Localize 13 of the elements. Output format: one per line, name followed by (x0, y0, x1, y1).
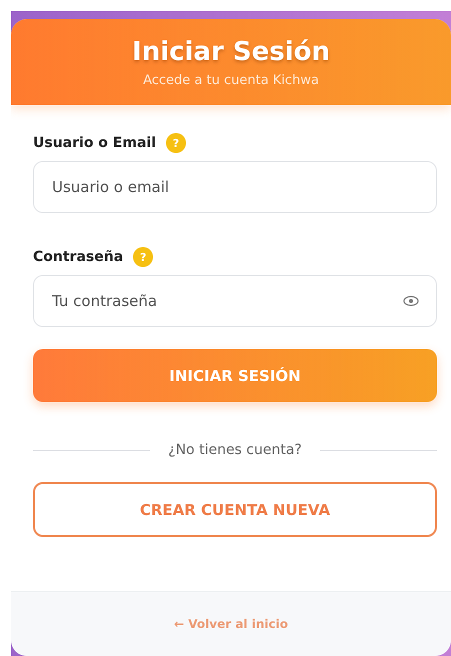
card-title: Iniciar Sesión (132, 36, 330, 66)
card-subtitle: Accede a tu cuenta Kichwa (143, 72, 319, 88)
password-field[interactable]: Tu contraseña (33, 275, 437, 327)
eye-icon[interactable] (403, 295, 419, 307)
field-label: Contraseña (33, 249, 124, 265)
help-badge[interactable]: ? (133, 247, 154, 267)
username-field[interactable]: Usuario o email (33, 161, 437, 213)
field-label: Usuario o Email (33, 135, 156, 151)
help-badge[interactable]: ? (166, 133, 186, 153)
divider-text: ¿No tienes cuenta? (168, 442, 302, 458)
login-button[interactable]: INICIAR SESIÓN (33, 349, 437, 402)
back-link[interactable]: ← Volver al inicio (174, 617, 288, 631)
create-account-button[interactable]: CREAR CUENTA NUEVA (33, 482, 437, 537)
